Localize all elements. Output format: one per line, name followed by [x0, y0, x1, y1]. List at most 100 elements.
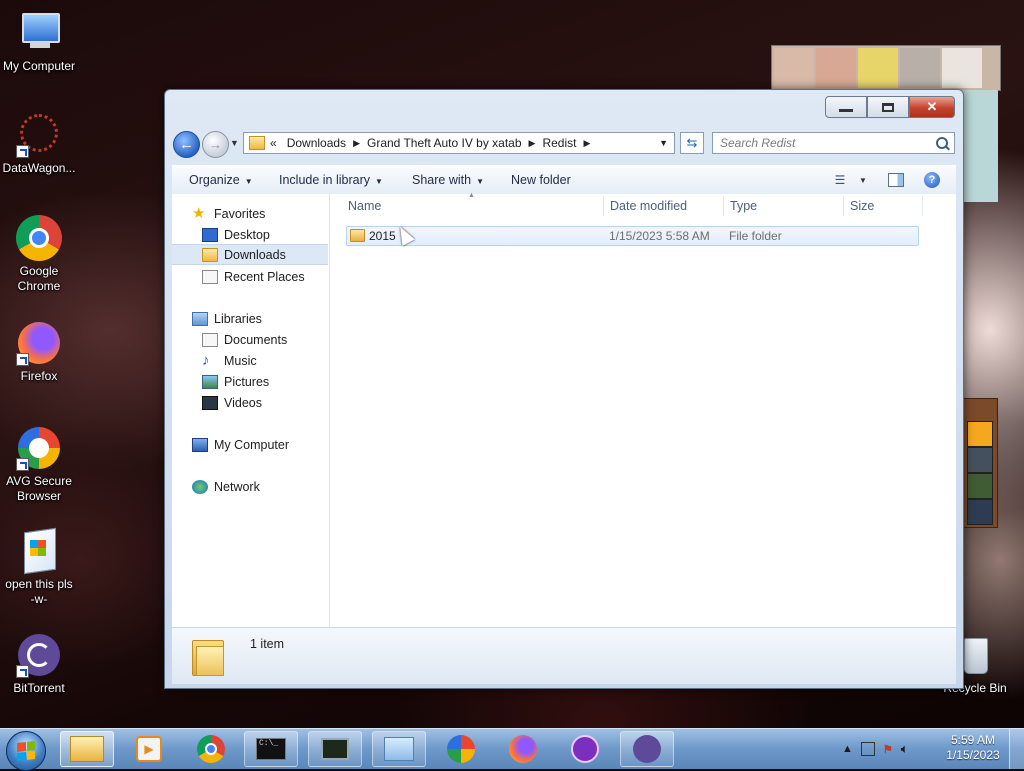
- downloads-folder-icon: [202, 247, 218, 262]
- close-button[interactable]: ✕: [909, 96, 955, 118]
- windows-logo-icon: [17, 741, 35, 761]
- taskbar-task-manager[interactable]: [308, 731, 362, 767]
- help-button[interactable]: ?: [922, 171, 942, 189]
- taskbar-media-player[interactable]: ▶: [122, 731, 176, 767]
- taskbar-windows-explorer[interactable]: [60, 731, 114, 767]
- address-bar[interactable]: « Downloads ▶ Grand Theft Auto IV by xat…: [243, 132, 675, 154]
- bittorrent-icon: [633, 735, 661, 763]
- desktop-icon-datawagon[interactable]: DataWagon...: [0, 112, 78, 176]
- search-box[interactable]: Search Redist: [712, 132, 955, 154]
- nav-libraries[interactable]: Libraries: [172, 308, 348, 329]
- taskbar-command-prompt[interactable]: C:\_: [244, 731, 298, 767]
- breadcrumb-separator-icon[interactable]: ▶: [351, 138, 362, 149]
- show-desktop-button[interactable]: [1009, 729, 1024, 769]
- nav-my-computer[interactable]: My Computer: [172, 434, 348, 455]
- file-list: Name ▲ Date modified Type Size 2015 1/15…: [330, 192, 956, 627]
- taskbar: ▶ C:\_ ▲ ⚑ 🔈︎ 5:59 AM 1/15/2023: [0, 728, 1024, 771]
- nav-downloads[interactable]: Downloads: [172, 244, 328, 265]
- folder-icon: [249, 136, 265, 150]
- back-arrow-icon: ←: [179, 136, 194, 153]
- share-with-button[interactable]: Share with ▼: [412, 173, 484, 187]
- desktop-icon-avg-secure-browser[interactable]: AVG Secure Browser: [0, 425, 78, 504]
- organize-button[interactable]: Organize ▼: [189, 173, 253, 187]
- column-divider[interactable]: [922, 196, 923, 216]
- view-list-icon: ☰: [834, 173, 846, 187]
- taskbar-avg-secure-browser[interactable]: [434, 731, 488, 767]
- new-folder-button[interactable]: New folder: [511, 173, 571, 187]
- column-header-size[interactable]: Size: [850, 194, 874, 218]
- taskbar-game-launcher[interactable]: [558, 731, 612, 767]
- sort-ascending-icon: ▲: [468, 192, 475, 199]
- desktop-icon-firefox[interactable]: Firefox: [0, 320, 78, 384]
- address-history-dropdown[interactable]: ▼: [659, 138, 674, 148]
- file-type: File folder: [729, 229, 782, 243]
- chevron-down-icon: ▼: [375, 177, 383, 186]
- explorer-content: ★ Favorites Desktop Downloads Recent Plac…: [172, 192, 956, 627]
- change-view-button[interactable]: ☰: [830, 171, 850, 189]
- recent-places-icon: [202, 269, 218, 284]
- breadcrumb-separator-icon[interactable]: ▶: [527, 138, 538, 149]
- avg-browser-icon: [16, 425, 62, 471]
- column-divider[interactable]: [843, 196, 844, 216]
- column-divider[interactable]: [603, 196, 604, 216]
- preview-pane-button[interactable]: [886, 171, 906, 189]
- forward-button[interactable]: →: [202, 131, 229, 158]
- desktop-gadget-strip[interactable]: [771, 45, 1001, 91]
- start-button[interactable]: [6, 731, 46, 771]
- desktop-icon-open-this-pls[interactable]: open this pls -w-: [0, 527, 78, 607]
- command-bar: Organize ▼ Include in library ▼ Share with…: [172, 165, 956, 197]
- explorer-icon: [70, 736, 104, 762]
- explorer-window[interactable]: ✕ ← → ▼ « Downloads ▶ Grand Theft Auto I…: [164, 89, 964, 689]
- desktop-icon-bittorrent[interactable]: BitTorrent: [0, 632, 78, 696]
- breadcrumb-redist[interactable]: Redist: [537, 136, 581, 150]
- nav-favorites[interactable]: ★ Favorites: [172, 203, 348, 224]
- search-placeholder: Search Redist: [720, 136, 796, 150]
- maximize-icon: [882, 102, 894, 112]
- avg-browser-icon: [447, 735, 475, 763]
- desktop-gadget-side[interactable]: [962, 90, 998, 202]
- desktop-icon-label: DataWagon...: [2, 161, 76, 175]
- show-hidden-icons-button[interactable]: ▲: [842, 743, 853, 755]
- desktop-gadget-panel[interactable]: [962, 398, 998, 528]
- refresh-button[interactable]: ⇆: [680, 132, 704, 154]
- breadcrumb-separator-icon[interactable]: ▶: [581, 138, 592, 149]
- column-header-date-modified[interactable]: Date modified: [610, 194, 687, 218]
- search-icon[interactable]: [936, 137, 948, 149]
- column-header-type[interactable]: Type: [730, 194, 757, 218]
- back-button[interactable]: ←: [173, 131, 200, 158]
- network-tray-icon[interactable]: [860, 742, 875, 756]
- breadcrumb-downloads[interactable]: Downloads: [282, 136, 351, 150]
- column-header-name[interactable]: Name: [348, 194, 381, 218]
- chevron-down-icon: ▼: [244, 177, 253, 186]
- maximize-button[interactable]: [867, 96, 909, 118]
- details-pane: 1 item: [172, 627, 956, 684]
- action-center-icon[interactable]: ⚑: [883, 743, 893, 756]
- help-icon: ?: [924, 172, 940, 188]
- taskbar-bittorrent[interactable]: [620, 731, 674, 767]
- volume-icon[interactable]: 🔈︎: [901, 741, 909, 757]
- taskbar-clock[interactable]: 5:59 AM 1/15/2023: [942, 733, 1004, 763]
- taskbar-google-chrome[interactable]: [184, 731, 238, 767]
- preview-pane-icon: [888, 173, 904, 187]
- view-options-dropdown[interactable]: ▼: [853, 171, 873, 189]
- minimize-button[interactable]: [825, 96, 867, 118]
- taskbar-firefox[interactable]: [496, 731, 550, 767]
- column-divider[interactable]: [723, 196, 724, 216]
- desktop-icon-my-computer[interactable]: My Computer: [0, 10, 78, 74]
- include-in-library-button[interactable]: Include in library ▼: [279, 173, 383, 187]
- breadcrumb-overflow[interactable]: «: [265, 136, 282, 150]
- chevron-down-icon: ▼: [476, 177, 484, 186]
- file-row[interactable]: 2015 1/15/2023 5:58 AM File folder: [346, 226, 919, 246]
- game-launcher-icon: [571, 735, 599, 763]
- desktop-icon-label: BitTorrent: [13, 681, 65, 695]
- desktop-icon-label: Google Chrome: [17, 264, 61, 293]
- recent-pages-dropdown[interactable]: ▼: [230, 138, 239, 148]
- desktop-icon-google-chrome[interactable]: Google Chrome: [0, 215, 78, 294]
- chrome-icon: [16, 215, 62, 261]
- nav-network[interactable]: Network: [172, 476, 348, 497]
- file-date-modified: 1/15/2023 5:58 AM: [609, 229, 710, 243]
- item-count: 1 item: [250, 637, 285, 651]
- taskbar-control-panel[interactable]: [372, 731, 426, 767]
- breadcrumb-gta-iv[interactable]: Grand Theft Auto IV by xatab: [362, 136, 527, 150]
- pictures-icon: [202, 374, 218, 389]
